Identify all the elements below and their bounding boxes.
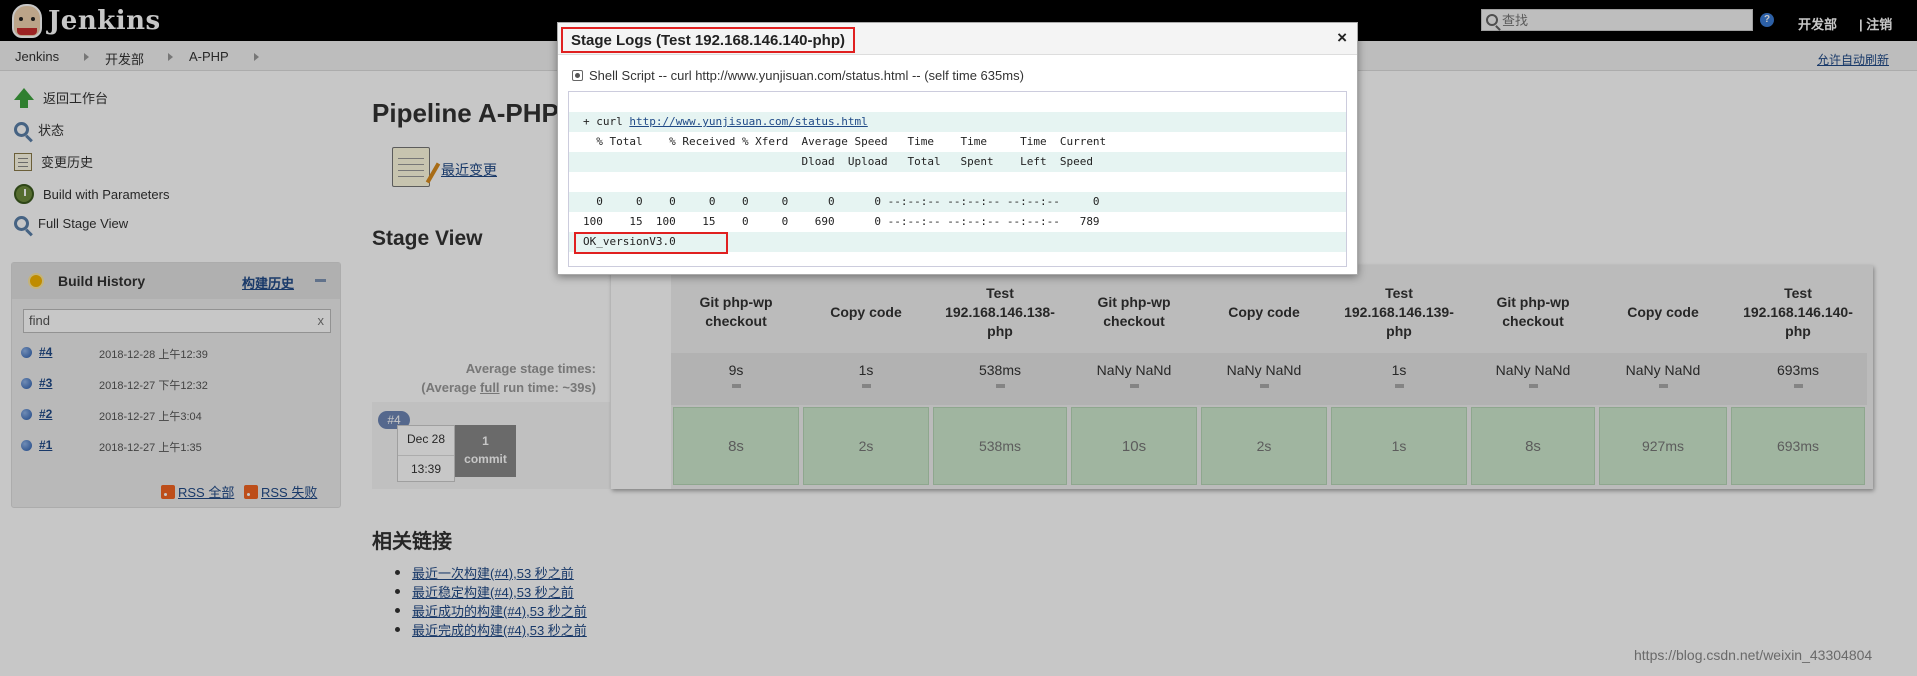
log-node[interactable]: Shell Script -- curl http://www.yunjisua… xyxy=(572,68,1024,83)
log-node-label: Shell Script -- curl http://www.yunjisua… xyxy=(589,68,1024,83)
dialog-header: Stage Logs (Test 192.168.146.140-php) × xyxy=(558,23,1357,55)
log-line: 0 0 0 0 0 0 0 0 --:--:-- --:--:-- --:--:… xyxy=(569,192,1346,212)
log-line: % Total % Received % Xferd Average Speed… xyxy=(583,135,1107,148)
log-line: Dload Upload Total Spent Left Speed xyxy=(569,152,1346,172)
log-output: + curl http://www.yunjisuan.com/status.h… xyxy=(568,91,1347,267)
log-line: + curl http://www.yunjisuan.com/status.h… xyxy=(569,112,1346,132)
stage-logs-dialog: Stage Logs (Test 192.168.146.140-php) × … xyxy=(557,22,1358,275)
log-url-link[interactable]: http://www.yunjisuan.com/status.html xyxy=(629,115,867,128)
expand-toggle-icon[interactable] xyxy=(572,70,583,81)
log-text: + curl xyxy=(583,115,630,128)
close-icon[interactable]: × xyxy=(1337,28,1347,48)
dialog-title: Stage Logs (Test 192.168.146.140-php) xyxy=(561,27,855,53)
log-highlight-box xyxy=(574,232,728,254)
log-line: 100 15 100 15 0 0 690 0 --:--:-- --:--:-… xyxy=(583,215,1100,228)
